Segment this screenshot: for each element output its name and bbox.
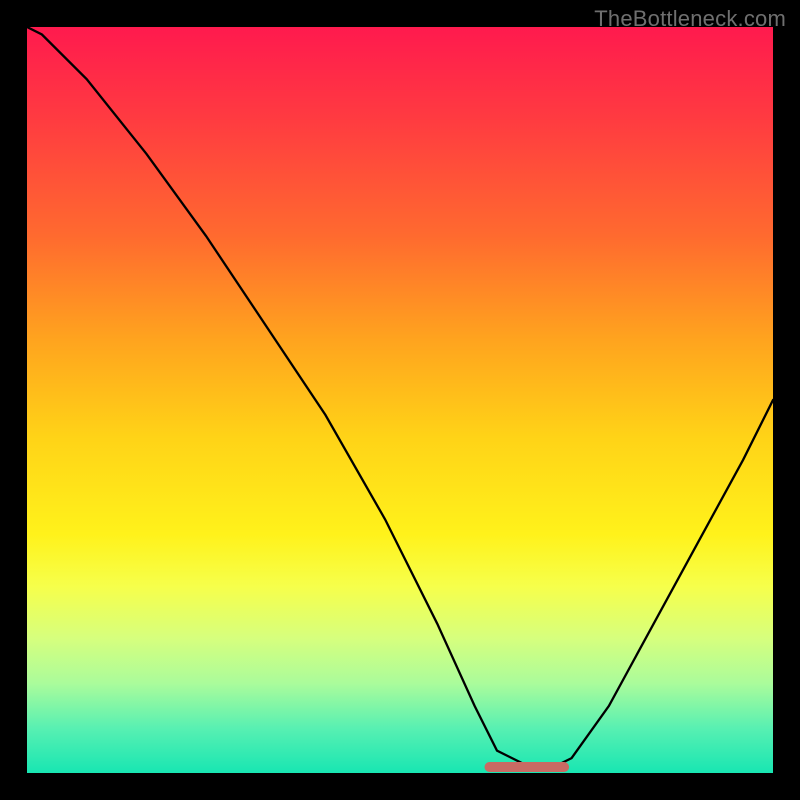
plot-area: [27, 27, 773, 773]
bottleneck-curve-path: [27, 27, 773, 766]
chart-overlay-svg: [27, 27, 773, 773]
attribution-text: TheBottleneck.com: [594, 6, 786, 32]
chart-frame: TheBottleneck.com: [0, 0, 800, 800]
